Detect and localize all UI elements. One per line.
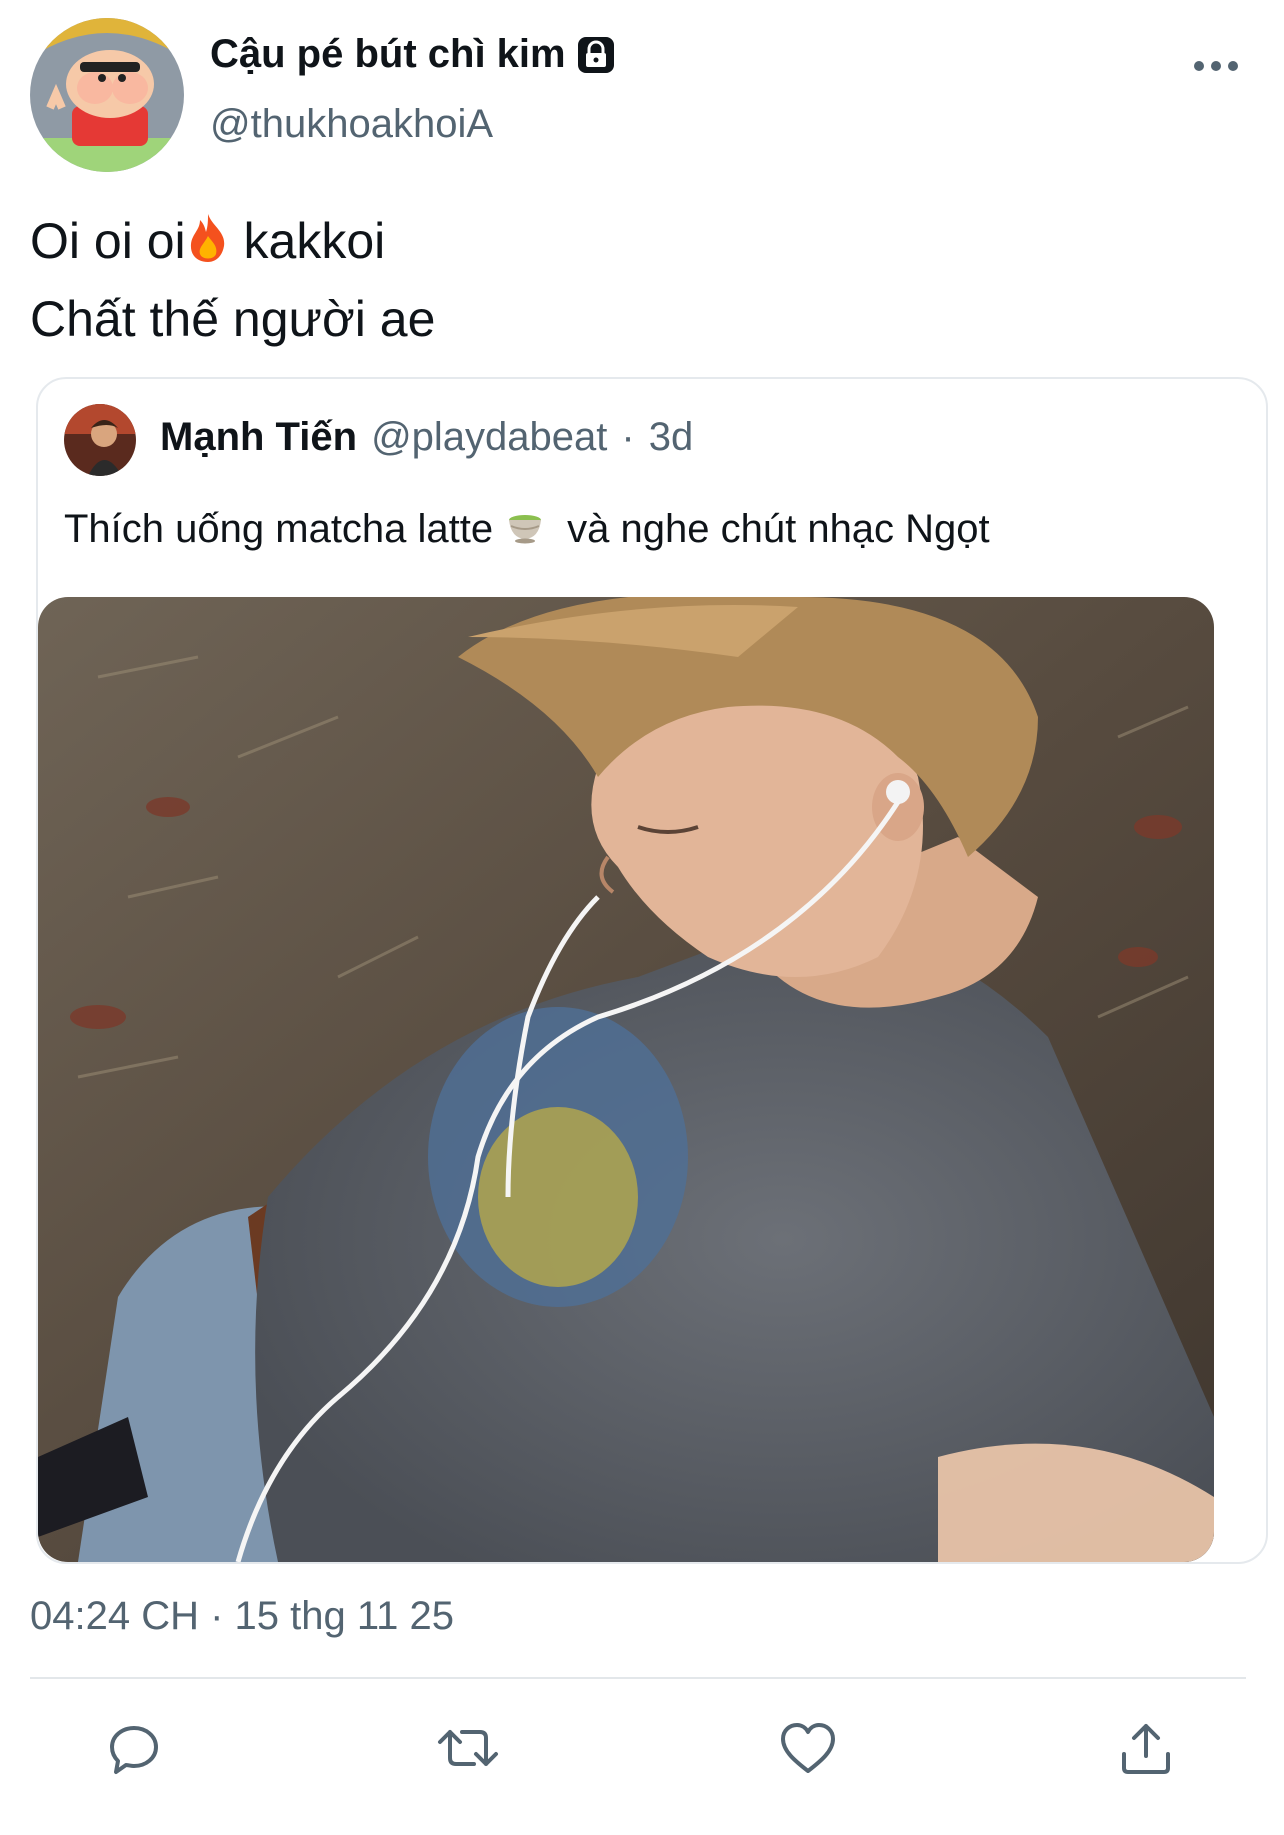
tweet-timestamp[interactable]: 04:24 CH · 15 thg 11 25 bbox=[30, 1594, 454, 1639]
cartoon-avatar-icon bbox=[30, 18, 184, 172]
tweet-line-1-start: Oi oi oi bbox=[30, 213, 186, 269]
quote-avatar-icon bbox=[64, 404, 136, 476]
quote-text: Thích uống matcha latte và nghe chút nhạ… bbox=[64, 504, 990, 554]
tweet-line-1-end: kakkoi bbox=[243, 213, 386, 269]
quote-photo[interactable] bbox=[38, 597, 1214, 1562]
tweet-text: Oi oi oi kakkoi Chất thế người ae bbox=[30, 205, 435, 355]
more-options-button[interactable] bbox=[1178, 46, 1254, 86]
quoted-tweet-card[interactable]: Mạnh Tiến @playdabeat · 3d Thích uống ma… bbox=[36, 377, 1268, 1564]
photo-image bbox=[38, 597, 1214, 1562]
retweet-button[interactable] bbox=[436, 1716, 500, 1780]
share-icon bbox=[1122, 1724, 1170, 1774]
quote-separator: · bbox=[621, 415, 635, 459]
lock-icon bbox=[576, 35, 616, 75]
author-handle[interactable]: @thukhoakhoiA bbox=[210, 102, 493, 147]
retweet-icon bbox=[438, 1730, 498, 1766]
author-name-text: Cậu pé bút chì kim bbox=[210, 32, 566, 76]
fire-icon bbox=[186, 211, 230, 283]
reply-icon bbox=[110, 1726, 158, 1774]
more-dots-icon bbox=[1194, 61, 1238, 71]
tweet-line-2: Chất thế người ae bbox=[30, 291, 436, 347]
matcha-tea-icon bbox=[505, 504, 545, 554]
quote-author-avatar[interactable] bbox=[64, 404, 136, 476]
divider bbox=[30, 1677, 1246, 1679]
quote-author-handle[interactable]: @playdabeat bbox=[371, 415, 607, 460]
quote-text-end: và nghe chút nhạc Ngọt bbox=[567, 506, 990, 551]
like-button[interactable] bbox=[776, 1716, 840, 1780]
like-icon bbox=[781, 1723, 835, 1773]
reply-button[interactable] bbox=[102, 1716, 166, 1780]
author-display-name[interactable]: Cậu pé bút chì kim bbox=[210, 32, 616, 77]
author-avatar[interactable] bbox=[30, 18, 184, 172]
quote-text-start: Thích uống matcha latte bbox=[64, 506, 494, 551]
quote-time-ago[interactable]: 3d bbox=[649, 415, 694, 460]
quote-header: Mạnh Tiến @playdabeat · 3d bbox=[160, 415, 693, 460]
share-button[interactable] bbox=[1114, 1716, 1178, 1780]
tweet-line-1: Oi oi oi kakkoi bbox=[30, 205, 435, 283]
quote-author-name[interactable]: Mạnh Tiến bbox=[160, 415, 357, 460]
